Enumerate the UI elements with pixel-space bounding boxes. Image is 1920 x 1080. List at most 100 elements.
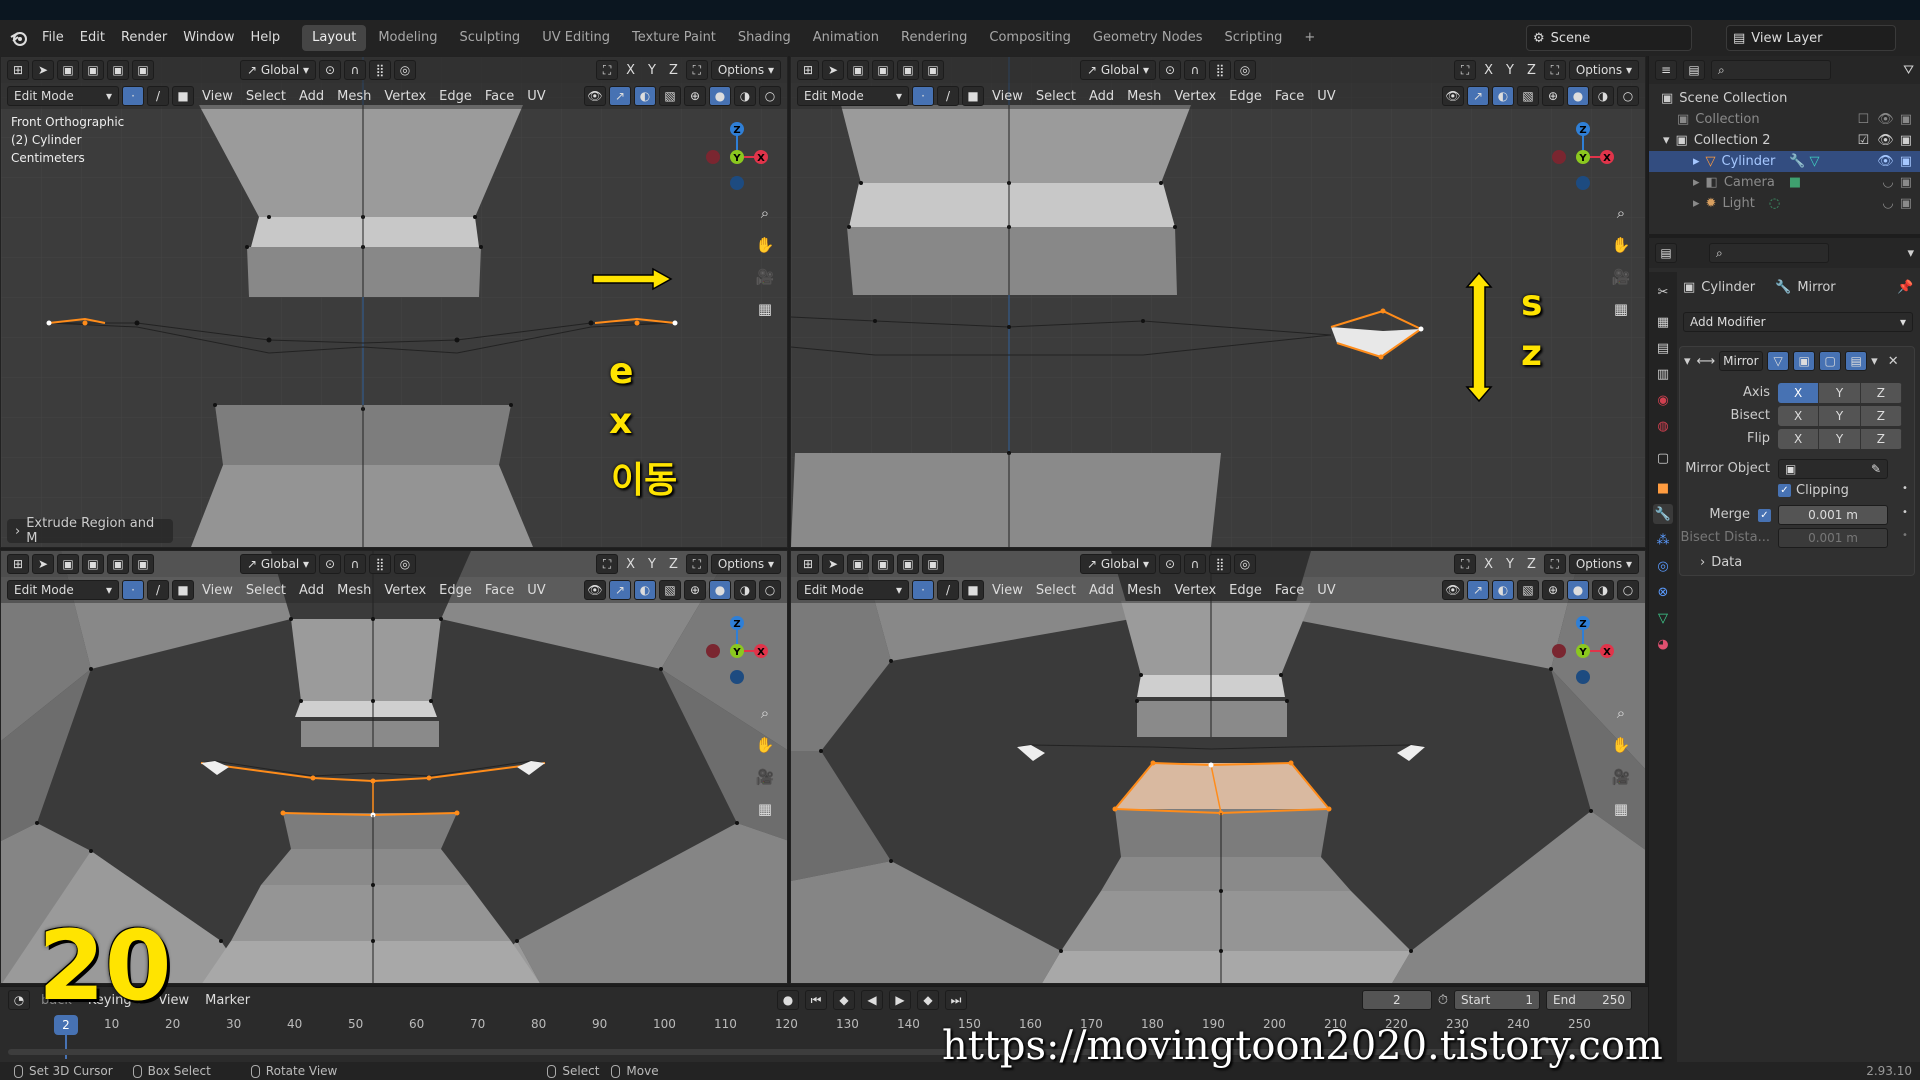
rendered-shading-icon[interactable]: ○: [1617, 580, 1639, 600]
camera-data-icon[interactable]: ■: [1789, 175, 1801, 190]
auto-merge-icon[interactable]: ⛶: [685, 60, 708, 80]
mirror-y[interactable]: Y: [1501, 557, 1519, 572]
outliner-row-cylinder[interactable]: ▸ ▽ Cylinder 🔧 ▽ 👁 ▣: [1649, 151, 1920, 172]
clipping-checkbox[interactable]: ✓ Clipping: [1778, 483, 1849, 498]
solid-shading-icon[interactable]: ●: [1567, 86, 1589, 106]
select-mode-subtract-icon[interactable]: ▣: [897, 60, 919, 80]
auto-merge-icon[interactable]: ⛶: [1543, 60, 1566, 80]
menu-uv[interactable]: UV: [1312, 89, 1340, 104]
mode-dropdown[interactable]: Edit Mode ▾: [797, 580, 909, 600]
menu-window[interactable]: Window: [175, 20, 242, 56]
xray-icon[interactable]: ▧: [659, 580, 681, 600]
physics-tab-icon[interactable]: ◎: [1653, 556, 1673, 576]
xray-icon[interactable]: ▧: [1517, 86, 1539, 106]
outliner-row-light[interactable]: ▸ ✹ Light ◌ ◡ ▣: [1649, 193, 1920, 214]
properties-search-input[interactable]: ⌕: [1709, 243, 1829, 263]
select-mode-extend-icon[interactable]: ▣: [82, 554, 104, 574]
vertex-select-icon[interactable]: ·: [912, 86, 934, 106]
ortho-grid-icon[interactable]: ▦: [1607, 295, 1635, 323]
select-mode-invert-icon[interactable]: ▣: [922, 60, 944, 80]
merge-keyframe-icon[interactable]: •: [1902, 507, 1908, 518]
visibility-icon[interactable]: 👁: [1442, 86, 1464, 106]
overlay-icon[interactable]: ◐: [1492, 86, 1514, 106]
snap-icon[interactable]: ∩: [1184, 554, 1206, 574]
zoom-icon[interactable]: ⌕: [751, 699, 779, 727]
menu-marker[interactable]: Marker: [200, 993, 255, 1008]
snap-icon[interactable]: ∩: [344, 554, 366, 574]
modifier-wrench-icon[interactable]: 🔧: [1789, 154, 1805, 169]
camera-view-icon[interactable]: 🎥: [751, 763, 779, 791]
scene-tab-icon[interactable]: ◉: [1653, 390, 1673, 410]
add-modifier-dropdown[interactable]: Add Modifier ▾: [1683, 312, 1913, 332]
menu-face[interactable]: Face: [1270, 89, 1309, 104]
select-mode-extend-icon[interactable]: ▣: [872, 554, 894, 574]
xray-icon[interactable]: ▧: [659, 86, 681, 106]
wireframe-shading-icon[interactable]: ⊕: [684, 580, 706, 600]
mode-dropdown[interactable]: Edit Mode ▾: [7, 580, 119, 600]
mirror-x[interactable]: X: [1479, 557, 1498, 572]
mirror-y[interactable]: Y: [643, 63, 661, 78]
snap-icon[interactable]: ∩: [1184, 60, 1206, 80]
menu-select[interactable]: Select: [241, 89, 291, 104]
viewport-bottom-right[interactable]: ⊞ ➤ ▣ ▣ ▣ ▣ ↗ Global ▾ ⊙ ∩ ⣿ ◎ ⛶ X Y Z ⛶…: [790, 550, 1646, 984]
data-subpanel[interactable]: › Data: [1700, 555, 1742, 570]
menu-add[interactable]: Add: [294, 583, 329, 598]
select-tool-icon[interactable]: ➤: [822, 554, 844, 574]
menu-mesh[interactable]: Mesh: [1122, 583, 1166, 598]
mirror-y[interactable]: Y: [1501, 63, 1519, 78]
bisect-keyframe-icon[interactable]: •: [1902, 530, 1908, 541]
edge-select-icon[interactable]: /: [147, 86, 169, 106]
menu-mesh[interactable]: Mesh: [1122, 89, 1166, 104]
play-reverse-icon[interactable]: ◀: [861, 990, 884, 1010]
rendered-shading-icon[interactable]: ○: [1617, 86, 1639, 106]
eye-icon[interactable]: 👁: [1877, 154, 1894, 169]
mirror-axis-icon[interactable]: ⛶: [1454, 554, 1477, 574]
bisect-x-toggle[interactable]: X: [1778, 406, 1820, 426]
dropdown-arrow-icon[interactable]: ▾: [1871, 354, 1878, 369]
editor-type-icon[interactable]: ⊞: [7, 554, 29, 574]
face-select-icon[interactable]: ■: [962, 86, 984, 106]
menu-face[interactable]: Face: [480, 89, 519, 104]
expand-arrow-icon[interactable]: ▸: [1693, 175, 1700, 190]
bisect-z-toggle[interactable]: Z: [1860, 406, 1902, 426]
data-tab-icon[interactable]: ▽: [1653, 608, 1673, 628]
select-tool-icon[interactable]: ➤: [32, 554, 54, 574]
menu-face[interactable]: Face: [1270, 583, 1309, 598]
vertex-select-icon[interactable]: ·: [122, 86, 144, 106]
axis-y-toggle[interactable]: Y: [1819, 383, 1861, 403]
select-mode-new-icon[interactable]: ▣: [57, 60, 79, 80]
merge-check-icon[interactable]: ✓: [1758, 509, 1771, 522]
collapse-arrow-icon[interactable]: ▾: [1684, 354, 1691, 369]
menu-vertex[interactable]: Vertex: [1169, 89, 1221, 104]
auto-merge-icon[interactable]: ⛶: [685, 554, 708, 574]
options-dropdown[interactable]: Options ▾: [1568, 554, 1639, 574]
outliner-row-scene-collection[interactable]: ▣ Scene Collection: [1649, 88, 1920, 109]
menu-edge[interactable]: Edge: [1224, 89, 1267, 104]
menu-file[interactable]: File: [34, 20, 72, 56]
include-checkbox-icon[interactable]: ☑: [1858, 133, 1870, 148]
face-select-icon[interactable]: ■: [172, 86, 194, 106]
gizmo-icon[interactable]: ↗: [1467, 580, 1489, 600]
gizmo-icon[interactable]: ↗: [609, 580, 631, 600]
tab-layout[interactable]: Layout: [302, 25, 367, 51]
play-icon[interactable]: ▶: [889, 990, 912, 1010]
menu-mesh[interactable]: Mesh: [332, 89, 376, 104]
menu-vertex[interactable]: Vertex: [379, 583, 431, 598]
pivot-point-icon[interactable]: ⊙: [319, 554, 341, 574]
menu-uv[interactable]: UV: [522, 89, 550, 104]
pin-icon[interactable]: 📌: [1897, 280, 1913, 295]
select-mode-invert-icon[interactable]: ▣: [922, 554, 944, 574]
options-dropdown[interactable]: Options ▾: [710, 554, 781, 574]
viewport-top-left[interactable]: ⊞ ➤ ▣ ▣ ▣ ▣ ↗ Global ▾ ⊙ ∩ ⣿ ◎ ⛶ X Y Z ⛶…: [0, 56, 788, 548]
tab-sculpting[interactable]: Sculpting: [449, 25, 530, 51]
vertex-select-icon[interactable]: ·: [122, 580, 144, 600]
tab-texture-paint[interactable]: Texture Paint: [622, 25, 726, 51]
clipping-keyframe-icon[interactable]: •: [1902, 483, 1908, 494]
transform-orientation-dropdown[interactable]: ↗ Global ▾: [1080, 554, 1156, 574]
modifier-name-field[interactable]: Mirror: [1719, 351, 1764, 371]
outliner-row-collection[interactable]: ▣ Collection ☐ 👁 ▣: [1649, 109, 1920, 130]
pan-hand-icon[interactable]: ✋: [1607, 731, 1635, 759]
zoom-icon[interactable]: ⌕: [751, 199, 779, 227]
menu-add[interactable]: Add: [1084, 89, 1119, 104]
camera-render-icon[interactable]: ▣: [1900, 133, 1912, 148]
